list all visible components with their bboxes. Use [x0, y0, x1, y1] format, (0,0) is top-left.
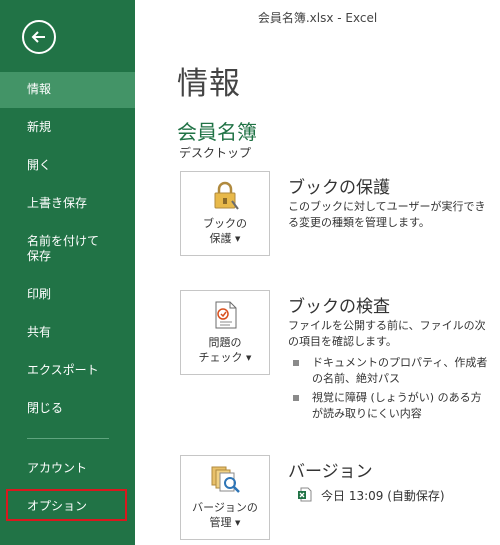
sidebar-item-share[interactable]: 共有: [0, 325, 135, 340]
inspect-label-line1: 問題の: [208, 336, 242, 349]
versions-title: バージョン: [288, 462, 373, 482]
sidebar-item-label: 閉じる: [27, 401, 64, 415]
chevron-down-icon: ▼: [235, 235, 241, 243]
inspect-description: ファイルを公開する前に、ファイルの次の項目を確認します。: [288, 319, 486, 348]
sidebar-item-label: 上書き保存: [27, 196, 88, 210]
sidebar-item-label: 新規: [27, 120, 52, 134]
sidebar-item-label: 名前を付けて保存: [27, 234, 100, 263]
version-history-icon: [211, 466, 240, 493]
inspect-title: ブックの検査: [288, 297, 390, 317]
inspect-bullet-2: 視覚に障碍 (しょうがい) のある方が読み取りにくい内容: [312, 391, 482, 420]
workbook-location: デスクトップ: [179, 146, 252, 160]
sidebar-item-label: 開く: [27, 158, 52, 172]
sidebar-item-save-as[interactable]: 名前を付けて保存: [0, 234, 110, 264]
sidebar-item-account[interactable]: アカウント: [0, 461, 135, 476]
protect-description: このブックに対してユーザーが実行できる変更の種類を管理します。: [288, 200, 486, 229]
document-check-icon: [215, 301, 237, 329]
protect-label-text: 保護: [209, 232, 232, 245]
window-title: 会員名簿.xlsx - Excel: [257, 11, 378, 25]
bullet-icon: [293, 395, 299, 401]
protect-label-line1: ブックの: [203, 217, 247, 230]
sidebar-item-open[interactable]: 開く: [0, 158, 135, 173]
workbook-name: 会員名簿: [177, 120, 257, 144]
sidebar-item-label: 情報: [27, 82, 52, 96]
protect-title: ブックの保護: [288, 178, 390, 198]
sidebar-item-label: 印刷: [27, 287, 52, 301]
lock-icon: [214, 181, 239, 210]
chevron-down-icon: ▼: [246, 354, 252, 362]
protect-label-line2: 保護 ▼: [181, 231, 269, 247]
sidebar-item-save[interactable]: 上書き保存: [0, 196, 135, 211]
version-entry[interactable]: 今日 13:09 (自動保存): [321, 487, 445, 504]
versions-label-text: 管理: [209, 516, 232, 529]
manage-versions-button[interactable]: バージョンの 管理 ▼: [180, 455, 270, 540]
bullet-icon: [293, 360, 299, 366]
inspect-label-line2: チェック ▼: [181, 350, 269, 366]
sidebar-item-export[interactable]: エクスポート: [0, 363, 135, 378]
sidebar-divider: [27, 438, 109, 439]
back-arrow-icon[interactable]: [22, 20, 56, 54]
inspect-bullet-1: ドキュメントのプロパティ、作成者の名前、絶対パス: [312, 356, 488, 385]
protect-workbook-button[interactable]: ブックの 保護 ▼: [180, 171, 270, 256]
check-issues-button[interactable]: 問題の チェック ▼: [180, 290, 270, 375]
versions-label-line1: バージョンの: [192, 501, 258, 514]
versions-label-line2: 管理 ▼: [181, 515, 269, 531]
sidebar-item-new[interactable]: 新規: [0, 120, 135, 135]
options-highlight-box: [6, 489, 127, 521]
excel-file-icon[interactable]: [298, 487, 312, 502]
sidebar-item-info[interactable]: 情報: [0, 72, 135, 108]
page-title: 情報: [177, 66, 241, 102]
sidebar-item-label: 共有: [27, 325, 52, 339]
sidebar-item-close[interactable]: 閉じる: [0, 401, 135, 416]
sidebar-item-label: エクスポート: [27, 363, 99, 377]
sidebar-item-print[interactable]: 印刷: [0, 287, 135, 302]
chevron-down-icon: ▼: [235, 519, 241, 527]
sidebar-item-label: アカウント: [27, 461, 88, 475]
backstage-sidebar: 情報 新規 開く 上書き保存 名前を付けて保存 印刷 共有 エクスポート 閉じる…: [0, 0, 135, 545]
inspect-label-text: チェック: [198, 351, 243, 364]
